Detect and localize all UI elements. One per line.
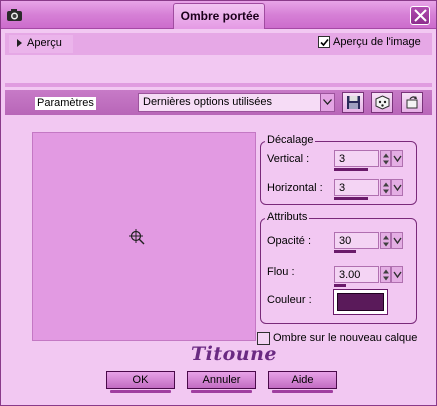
vertical-label: Vertical : <box>267 153 310 165</box>
image-preview-label[interactable]: Aperçu de l'image <box>333 36 421 48</box>
reset-icon <box>406 96 418 109</box>
cancel-button[interactable]: Annuler <box>187 371 256 393</box>
ok-button[interactable]: OK <box>106 371 175 393</box>
opacity-chevron-down-icon[interactable] <box>391 232 403 249</box>
apercu-label: Aperçu <box>27 37 62 49</box>
expand-arrow-icon <box>17 39 22 47</box>
separator <box>5 83 432 87</box>
blur-slider[interactable] <box>334 284 346 287</box>
opacity-up-down-icon[interactable] <box>380 232 391 249</box>
blur-chevron-down-icon[interactable] <box>391 266 403 283</box>
horizontal-input[interactable]: 3 <box>334 179 379 196</box>
vertical-chevron-down-icon[interactable] <box>391 150 403 167</box>
shadow-color-swatch[interactable] <box>333 289 388 315</box>
watermark-signature: Titoune <box>191 343 278 365</box>
title-tab: Ombre portée <box>173 3 265 29</box>
reset-button[interactable] <box>401 92 423 113</box>
opacity-spinner[interactable]: 30 <box>334 232 403 249</box>
vertical-spinner[interactable]: 3 <box>334 150 403 167</box>
preview-canvas[interactable] <box>32 132 256 341</box>
save-preset-icon <box>347 96 360 109</box>
crosshair-icon[interactable] <box>129 229 145 245</box>
blur-spinner[interactable]: 3.00 <box>334 266 403 283</box>
horizontal-up-down-icon[interactable] <box>380 179 391 196</box>
save-preset-button[interactable] <box>342 92 364 113</box>
window-title: Ombre portée <box>180 9 260 23</box>
close-button[interactable] <box>410 6 430 25</box>
color-label: Couleur : <box>267 294 312 306</box>
horizontal-label: Horizontal : <box>267 182 323 194</box>
preset-selected-value: Dernières options utilisées <box>143 96 273 108</box>
help-button[interactable]: Aide <box>268 371 337 393</box>
dialog-window: Ombre portée Aperçu Aperçu de l'image Pa… <box>0 0 437 406</box>
presets-label: Paramètres <box>35 97 96 110</box>
randomize-dice-icon <box>375 95 390 110</box>
horizontal-chevron-down-icon[interactable] <box>391 179 403 196</box>
camera-icon <box>6 7 24 23</box>
blur-up-down-icon[interactable] <box>380 266 391 283</box>
horizontal-spinner[interactable]: 3 <box>334 179 403 196</box>
title-bar: Ombre portée <box>1 1 436 29</box>
blur-input[interactable]: 3.00 <box>334 266 379 283</box>
opacity-slider[interactable] <box>334 250 356 253</box>
chevron-down-icon[interactable] <box>320 94 334 111</box>
preset-dropdown[interactable]: Dernières options utilisées <box>138 93 335 112</box>
close-x-icon <box>414 9 427 22</box>
offset-group-title: Décalage <box>265 134 316 146</box>
checkmark-icon <box>320 38 329 47</box>
opacity-input[interactable]: 30 <box>334 232 379 249</box>
image-preview-checkbox[interactable] <box>318 36 330 48</box>
vertical-up-down-icon[interactable] <box>380 150 391 167</box>
attributes-group-title: Attributs <box>265 211 310 223</box>
vertical-slider[interactable] <box>334 168 368 171</box>
color-fill <box>337 293 384 311</box>
new-layer-label[interactable]: Ombre sur le nouveau calque <box>273 332 417 344</box>
opacity-label: Opacité : <box>267 235 312 247</box>
blur-label: Flou : <box>267 266 295 278</box>
horizontal-slider[interactable] <box>334 197 368 200</box>
vertical-input[interactable]: 3 <box>334 150 379 167</box>
apercu-toggle-button[interactable]: Aperçu <box>9 35 73 53</box>
randomize-button[interactable] <box>371 92 393 113</box>
